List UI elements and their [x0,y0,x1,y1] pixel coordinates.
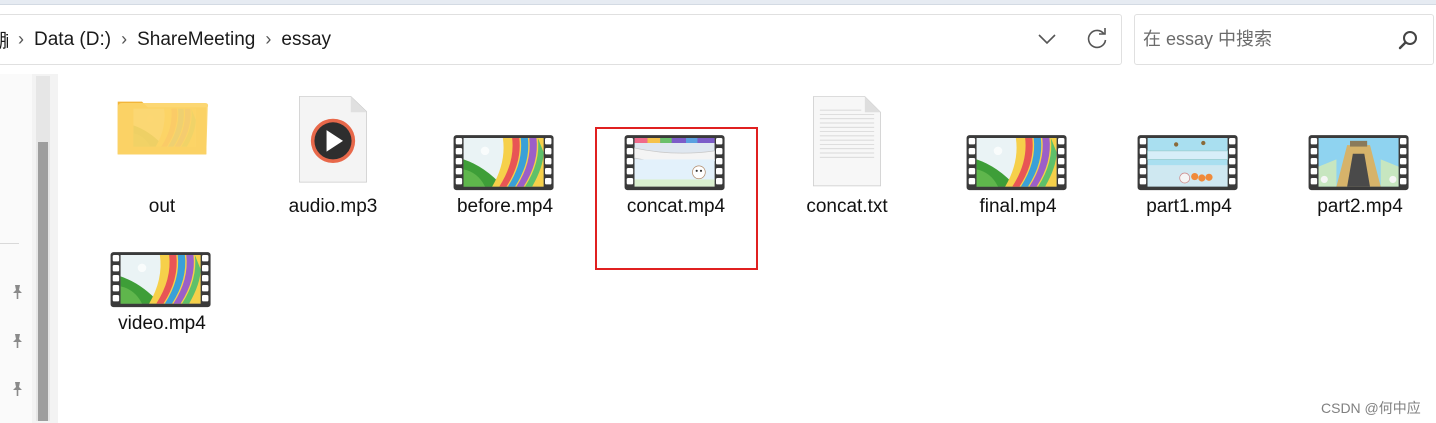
refresh-icon[interactable] [1084,26,1110,52]
video-file-icon [110,252,211,308]
folder-icon [117,101,209,155]
search-box[interactable] [1134,14,1434,65]
scrollbar-thumb[interactable] [38,142,48,421]
video-file-icon [1308,135,1409,191]
file-item-before-mp4[interactable]: before.mp4 [425,93,585,217]
watermark: CSDN @何中应 [1321,400,1421,416]
breadcrumb-separator[interactable]: › [121,29,127,50]
file-label[interactable]: audio.mp3 [253,196,413,218]
file-label[interactable]: before.mp4 [425,196,585,218]
pin-icon[interactable] [8,283,26,301]
breadcrumb: 脑 › Data (D:) › ShareMeeting › essay [0,15,331,64]
navigation-pane [0,74,32,423]
chevron-down-icon[interactable] [1035,27,1059,51]
file-item-part1-mp4[interactable]: part1.mp4 [1109,93,1269,217]
file-item-audio-mp3[interactable]: audio.mp3 [253,93,413,217]
file-label[interactable]: part1.mp4 [1109,196,1269,218]
file-label[interactable]: part2.mp4 [1280,196,1436,218]
video-file-icon [966,135,1067,191]
address-bar[interactable]: 脑 › Data (D:) › ShareMeeting › essay [0,14,1122,65]
file-item-part2-mp4[interactable]: part2.mp4 [1280,93,1436,217]
file-label[interactable]: final.mp4 [938,196,1098,218]
video-file-icon [453,135,554,191]
highlight-box [595,127,758,270]
breadcrumb-cut-item[interactable]: 脑 [0,26,8,53]
title-bar-edge [0,0,1436,5]
text-file-icon [813,96,881,187]
breadcrumb-item-essay[interactable]: essay [281,29,331,51]
file-item-out-folder[interactable]: out [82,93,242,217]
breadcrumb-item-sharemeeting[interactable]: ShareMeeting [137,29,255,51]
search-input[interactable] [1143,25,1383,53]
pin-icon[interactable] [8,380,26,398]
nav-scrollbar[interactable] [32,74,58,423]
file-item-video-mp4[interactable]: video.mp4 [82,210,242,334]
file-label[interactable]: concat.txt [767,196,927,218]
breadcrumb-item-data-drive[interactable]: Data (D:) [34,29,111,51]
file-label[interactable]: video.mp4 [82,313,242,335]
video-file-icon [1137,135,1238,191]
file-item-final-mp4[interactable]: final.mp4 [938,93,1098,217]
pin-icon[interactable] [8,332,26,350]
nav-divider [0,243,19,244]
breadcrumb-separator[interactable]: › [265,29,271,50]
file-item-concat-txt[interactable]: concat.txt [767,93,927,217]
search-icon[interactable] [1397,29,1419,51]
breadcrumb-separator[interactable]: › [18,29,24,50]
audio-file-icon [299,96,367,183]
